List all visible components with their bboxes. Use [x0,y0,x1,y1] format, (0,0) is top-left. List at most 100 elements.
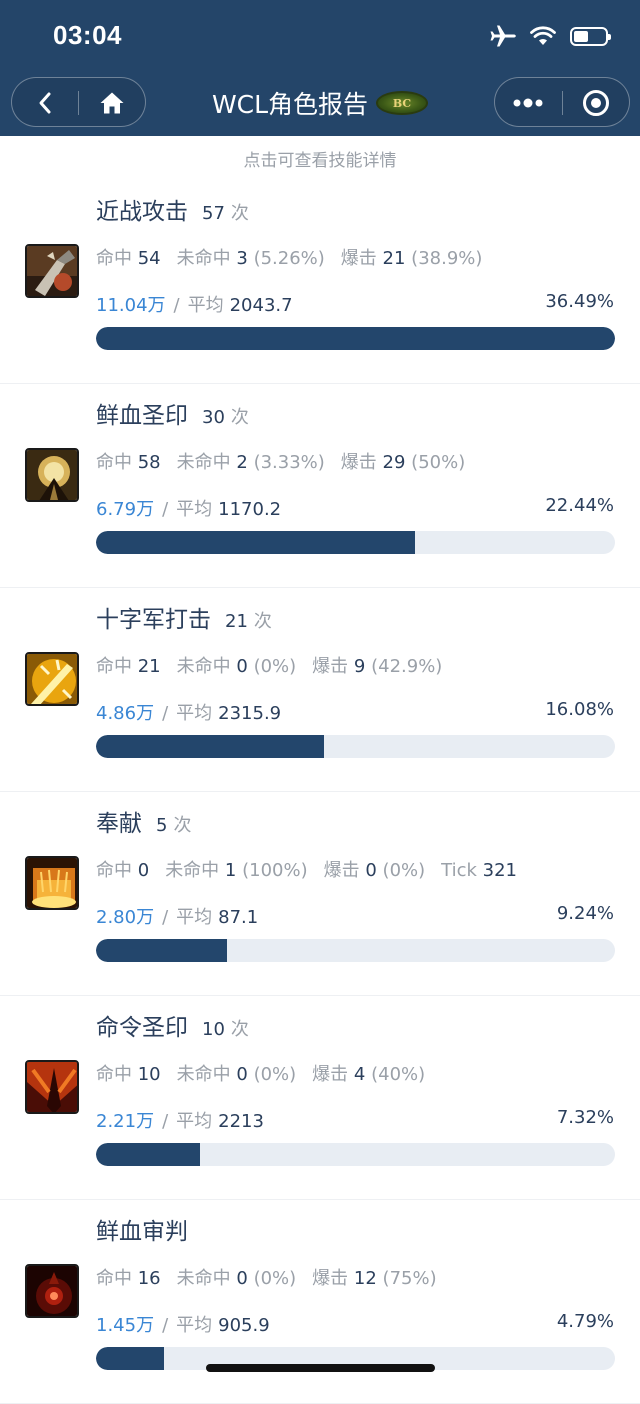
average-value: 905.9 [218,1315,270,1336]
crit-percent: (40%) [371,1064,426,1085]
hit-label: 命中 [96,248,132,269]
skill-damage: 6.79万 / 平均 1170.2 22.44% [96,495,614,521]
more-icon [513,98,543,108]
status-icons [490,22,611,50]
skill-row[interactable]: 命令圣印 10 次 命中 10 未命中 0 (0%) 爆击 4 (40%) 2.21万… [0,996,640,1200]
home-indicator[interactable] [206,1364,435,1372]
hit-value: 54 [137,248,161,269]
damage-percent: 4.79% [556,1311,614,1332]
skill-row[interactable]: 鲜血审判 命中 16 未命中 0 (0%) 爆击 12 (75%) 1.45万 / 平均… [0,1200,640,1404]
miss-value: 0 [236,1268,248,1289]
skill-count-value: 10 [202,1019,225,1040]
average-value: 1170.2 [218,499,282,520]
skill-count-value: 57 [202,203,225,224]
miss-label: 未命中 [176,656,231,677]
back-icon [39,92,51,114]
crit-label: 爆击 [312,1268,349,1289]
close-button[interactable] [563,78,629,128]
skill-header: 命令圣印 10 次 [96,1008,249,1042]
miss-value: 0 [236,656,248,677]
skill-row[interactable]: 近战攻击 57 次 命中 54 未命中 3 (5.26%) 爆击 21 (38.9%)… [0,180,640,384]
hit-label: 命中 [96,1064,132,1085]
average-label: 平均 [176,499,213,520]
skill-count-value: 21 [225,611,248,632]
miss-percent: (0%) [253,1064,297,1085]
airplane-icon [490,25,516,47]
home-icon [100,92,124,114]
skill-stats: 命中 16 未命中 0 (0%) 爆击 12 (75%) [96,1264,437,1290]
more-button[interactable] [495,78,561,128]
melee-attack-icon [25,244,79,298]
skill-header: 近战攻击 57 次 [96,192,249,226]
skill-stats: 命中 58 未命中 2 (3.33%) 爆击 29 (50%) [96,448,465,474]
crit-value: 12 [353,1268,377,1289]
skill-row[interactable]: 鲜血圣印 30 次 命中 58 未命中 2 (3.33%) 爆击 29 (50%) 6… [0,384,640,588]
home-button[interactable] [79,78,145,128]
skill-row[interactable]: 十字军打击 21 次 命中 21 未命中 0 (0%) 爆击 9 (42.9%) 4.… [0,588,640,792]
skill-stats: 命中 54 未命中 3 (5.26%) 爆击 21 (38.9%) [96,244,482,270]
hit-label: 命中 [96,860,132,881]
average-value: 2043.7 [229,295,293,316]
miss-label: 未命中 [176,1268,231,1289]
hit-value: 16 [137,1268,161,1289]
skill-count-value: 30 [202,407,225,428]
hit-label: 命中 [96,1268,132,1289]
miss-label: 未命中 [165,860,220,881]
page-title: WCL角色报告 [211,90,369,119]
damage-separator: / [173,295,180,316]
damage-bar-fill [96,735,325,758]
hit-label: 命中 [96,656,132,677]
skill-damage: 4.86万 / 平均 2315.9 16.08% [96,699,614,725]
skill-row[interactable]: 奉献 5次 命中 0 未命中 1 (100%) 爆击 0 (0%) Tick 321 … [0,792,640,996]
seal-of-command-icon [25,1060,79,1114]
damage-percent: 36.49% [545,291,614,312]
skill-count-unit: 次 [230,407,249,428]
skill-list: 近战攻击 57 次 命中 54 未命中 3 (5.26%) 爆击 21 (38.9%)… [0,180,640,1404]
damage-bar-fill [96,327,615,350]
crit-value: 9 [353,656,366,677]
logo-text: BC [392,96,412,110]
skill-count-unit: 次 [230,1019,249,1040]
damage-bar [96,327,615,350]
miss-value: 1 [224,860,237,881]
crit-label: 爆击 [323,860,360,881]
judgement-of-blood-icon [25,1264,79,1318]
damage-bar [96,939,615,962]
miss-percent: (0%) [253,656,297,677]
damage-separator: / [162,1111,169,1132]
crit-value: 29 [382,452,406,473]
skill-count: 57 次 [202,199,249,225]
bc-logo-icon: BC [376,91,429,115]
skill-count-unit: 次 [173,815,192,836]
average-value: 2213 [218,1111,264,1132]
skill-name: 鲜血审判 [96,1219,188,1245]
skill-header: 鲜血圣印 30 次 [96,396,249,430]
damage-total: 4.86万 [96,703,155,724]
hit-value: 21 [137,656,161,677]
skill-header: 鲜血审判 [96,1212,188,1246]
miss-value: 0 [236,1064,248,1085]
damage-bar [96,735,615,758]
average-value: 2315.9 [218,703,282,724]
miss-percent: (5.26%) [253,248,325,269]
close-circle-icon [583,90,609,116]
hit-value: 0 [137,860,150,881]
skill-header: 十字军打击 21 次 [96,600,272,634]
average-label: 平均 [176,1111,213,1132]
crit-value: 0 [365,860,377,881]
average-value: 87.1 [218,907,259,928]
skill-count-unit: 次 [230,203,249,224]
damage-bar [96,1143,615,1166]
battery-icon [570,26,611,46]
skill-name: 近战攻击 [96,199,188,225]
miss-percent: (3.33%) [253,452,325,473]
damage-bar [96,531,615,554]
skill-count: 5次 [156,811,191,837]
skill-damage: 2.80万 / 平均 87.1 9.24% [96,903,614,929]
damage-total: 6.79万 [96,499,155,520]
average-label: 平均 [176,907,213,928]
damage-total: 1.45万 [96,1315,155,1336]
damage-total: 11.04万 [96,295,166,316]
back-button[interactable] [12,78,78,128]
miss-label: 未命中 [176,248,231,269]
